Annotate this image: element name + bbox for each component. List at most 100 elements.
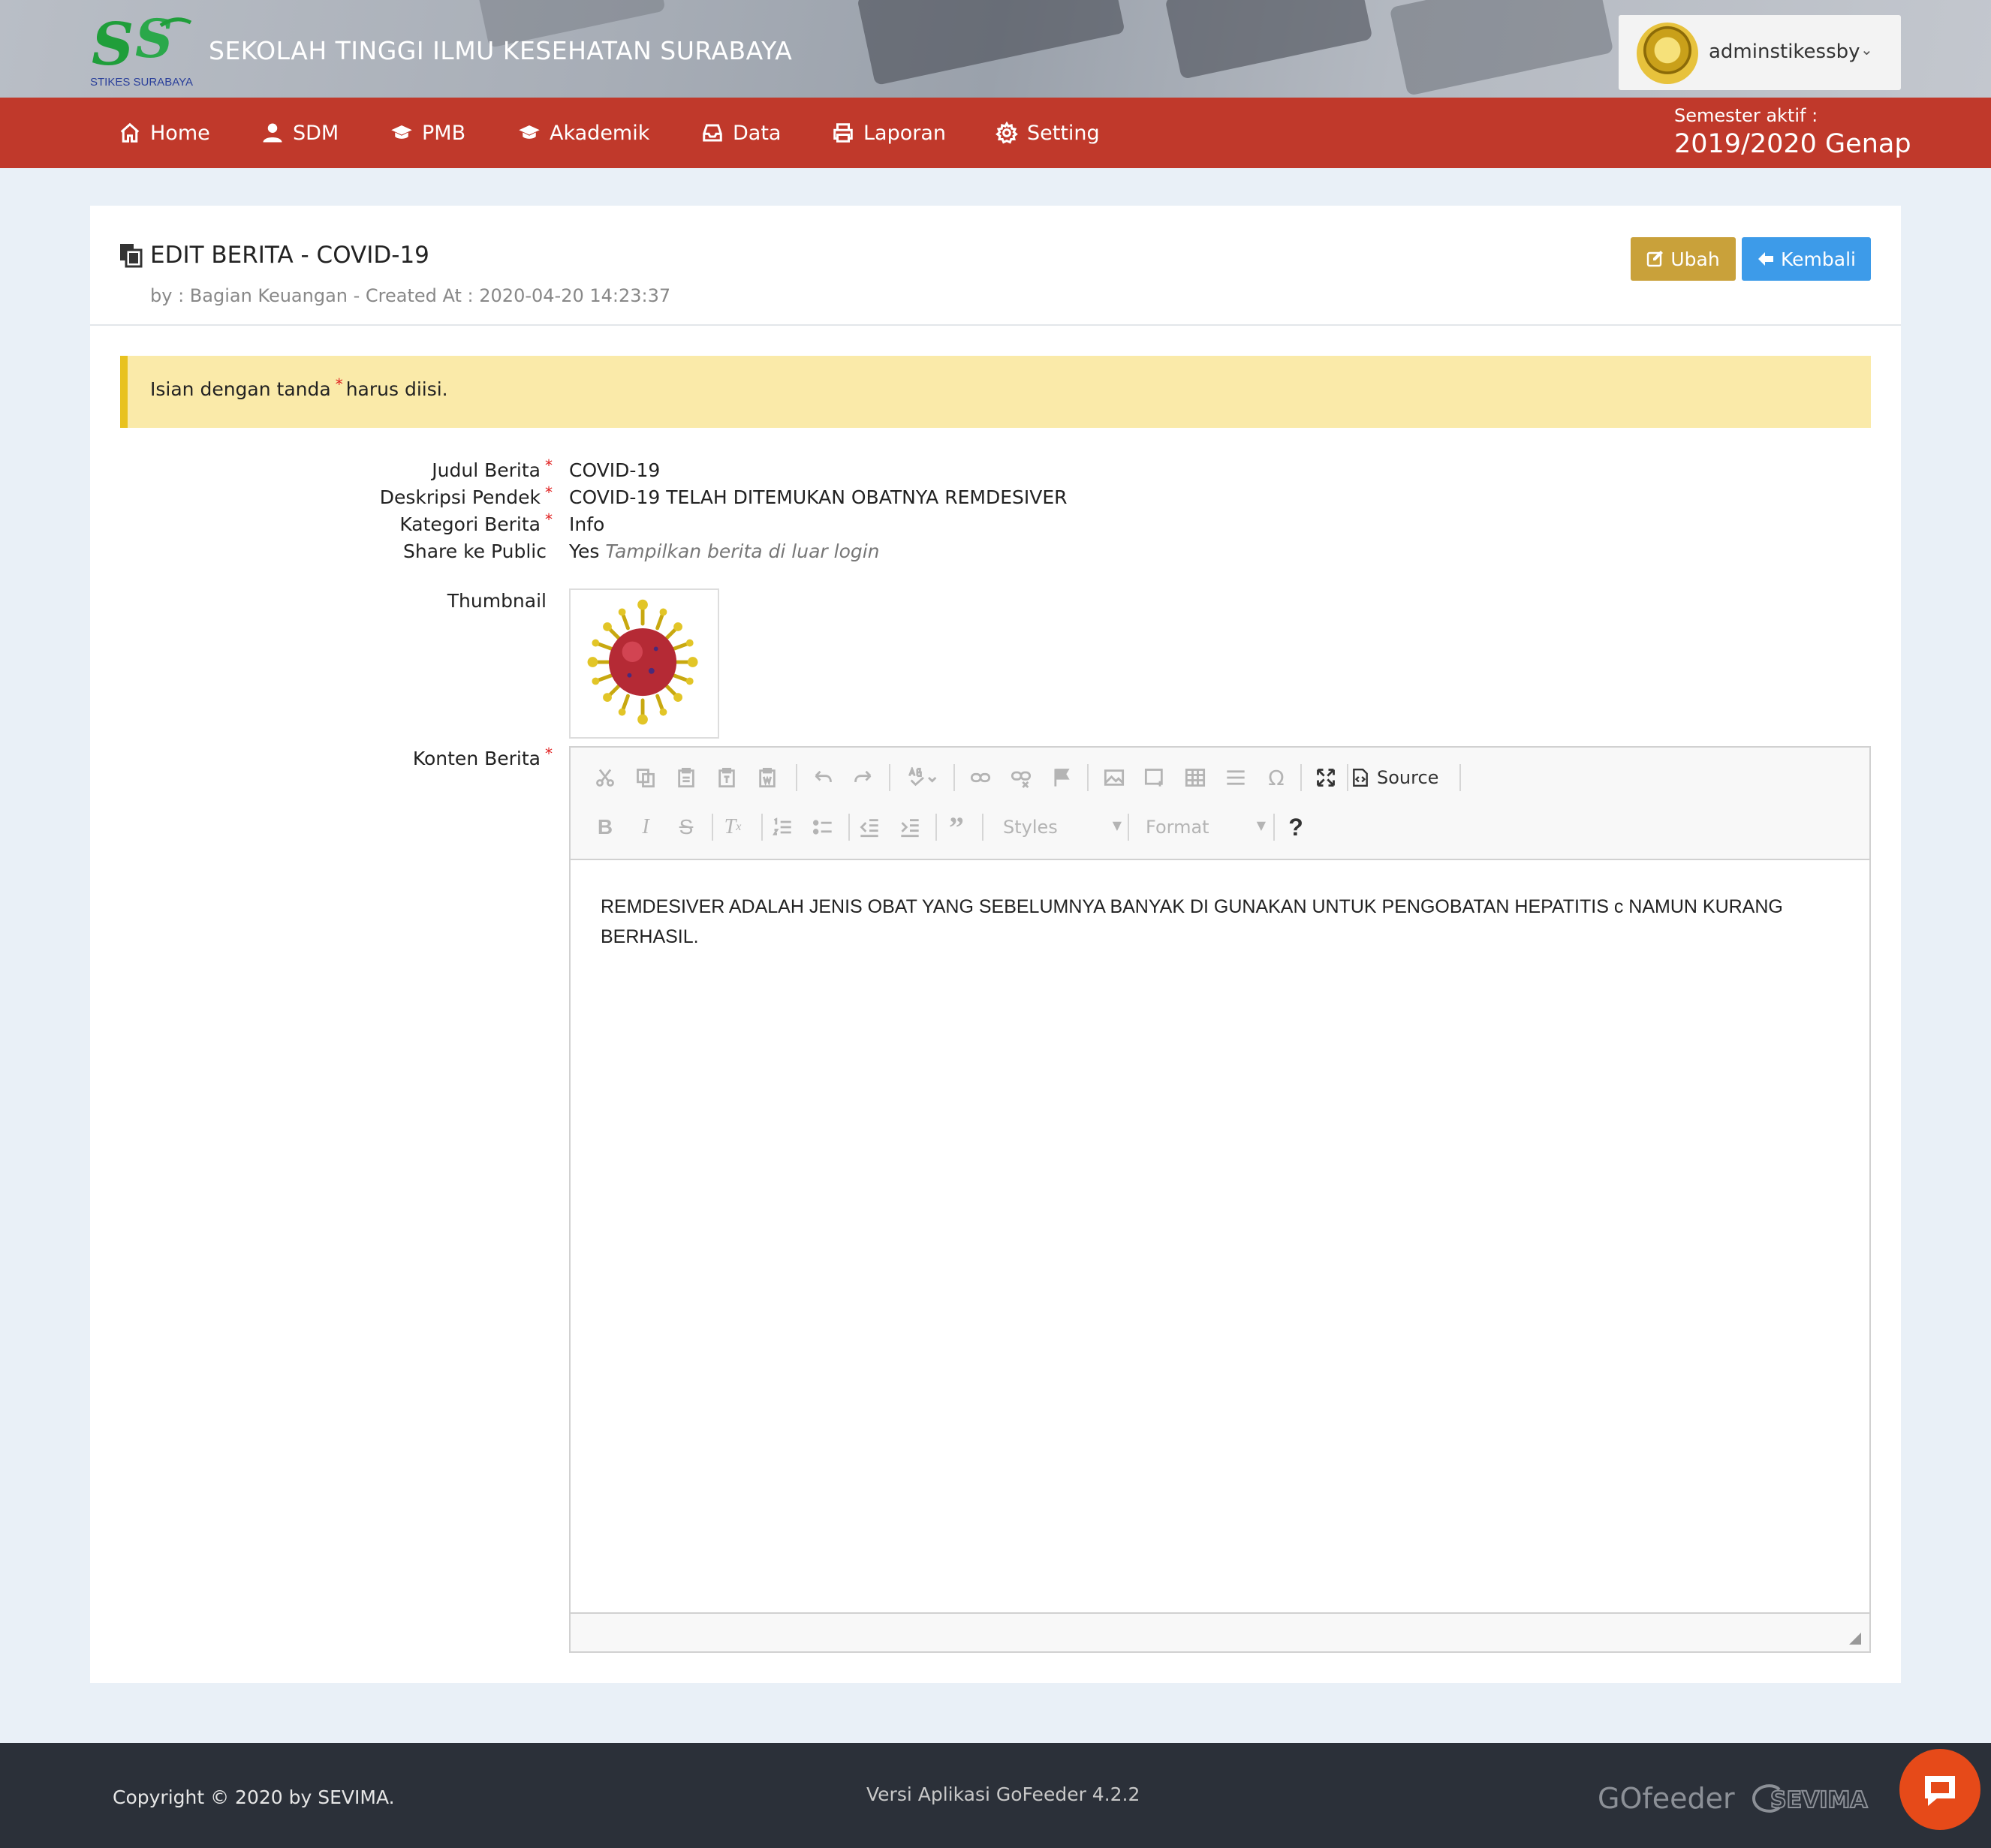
svg-text:STIKES SURABAYA: STIKES SURABAYA [90,76,193,89]
required-marker: * [335,375,343,393]
username: adminstikessby [1709,41,1860,63]
toolbar-separator [982,814,983,841]
chat-button[interactable] [1899,1749,1980,1830]
page-subtitle: by : Bagian Keuangan - Created At : 2020… [150,285,671,306]
deskripsi-value: COVID-19 TELAH DITEMUKAN OBATNYA REMDESI… [569,486,1068,508]
edit-icon [1647,251,1664,267]
styles-dropdown[interactable]: Styles ▼ [992,812,1122,842]
gofeeder-logo: GOfeeder [1598,1782,1735,1815]
ubah-button[interactable]: Ubah [1631,237,1736,281]
chat-icon [1925,1776,1955,1806]
page-title: EDIT BERITA - COVID-19 [119,242,429,269]
share-label: Share ke Public [403,540,547,562]
footer: Copyright © 2020 by SEVIMA. Versi Aplika… [0,1743,1991,1848]
editor-statusbar [571,1612,1869,1651]
editor-content-text: REMDESIVER ADALAH JENIS OBAT YANG SEBELU… [601,896,1783,947]
required-fields-alert: Isian dengan tanda * harus diisi. [120,356,1871,428]
page-title-text: EDIT BERITA - COVID-19 [150,242,429,269]
unlink-icon[interactable] [1006,763,1036,793]
sevima-logo: SEVIMA [1752,1784,1869,1814]
stikes-logo[interactable]: S S STIKES SURABAYA [89,11,201,90]
toolbar-separator [889,764,890,791]
nav-setting[interactable]: Setting [996,98,1100,168]
nav-setting-label: Setting [1027,121,1100,145]
deskripsi-label: Deskripsi Pendek * [379,483,553,508]
banner-photo-shape [857,0,1125,86]
source-code-icon [1353,768,1368,787]
nav-data-label: Data [733,121,782,145]
main-navbar: Home SDM PMB Akademik Data Laporan Setti… [0,98,1991,168]
styles-label: Styles [1003,817,1058,838]
toolbar-separator [796,764,797,791]
kembali-button[interactable]: Kembali [1742,237,1871,281]
undo-icon[interactable] [808,763,838,793]
indent-icon[interactable] [895,812,925,842]
alert-text-end: harus diisi. [345,378,448,400]
resize-handle-icon[interactable] [1848,1632,1862,1645]
source-button[interactable]: Source [1351,763,1438,793]
paste-word-icon[interactable] [752,763,782,793]
toolbar-separator [1347,764,1348,791]
format-dropdown[interactable]: Format ▼ [1135,812,1266,842]
horizontal-rule-icon[interactable] [1221,763,1251,793]
nav-sdm[interactable]: SDM [261,98,339,168]
cut-icon[interactable] [590,763,620,793]
bullet-list-icon[interactable] [808,812,838,842]
user-menu[interactable]: adminstikessby ⌄ [1619,15,1901,90]
format-label: Format [1146,817,1209,838]
nav-data[interactable]: Data [701,98,781,168]
anchor-flag-icon[interactable] [1047,763,1077,793]
image-icon[interactable] [1099,763,1129,793]
editor-content[interactable]: REMDESIVER ADALAH JENIS OBAT YANG SEBELU… [571,862,1869,1612]
special-char-icon[interactable]: Ω [1261,763,1291,793]
iframe-icon[interactable] [1140,763,1170,793]
edit-berita-card: EDIT BERITA - COVID-19 by : Bagian Keuan… [90,206,1901,1683]
kategori-label: Kategori Berita * [399,510,553,535]
nav-pmb[interactable]: PMB [390,98,465,168]
semester-value: 2019/2020 Genap [1674,129,1911,159]
bold-icon[interactable]: B [590,812,620,842]
redo-icon[interactable] [848,763,878,793]
nav-home[interactable]: Home [119,98,210,168]
strikethrough-icon[interactable]: S [671,812,701,842]
judul-value: COVID-19 [569,459,661,481]
virus-image [587,599,698,725]
maximize-icon[interactable] [1311,763,1341,793]
table-icon[interactable] [1180,763,1210,793]
user-icon [263,123,282,143]
svg-text:S: S [135,11,173,70]
editor-toolbar: Ω Source B I S Tx ” Styles ▼ Format ▼ ? [571,748,1869,860]
remove-format-icon[interactable]: Tx [718,812,748,842]
nav-akademik[interactable]: Akademik [518,98,649,168]
paste-text-icon[interactable] [712,763,742,793]
toolbar-separator [712,814,713,841]
graduation-cap-icon [519,125,540,139]
blockquote-icon[interactable]: ” [941,811,971,844]
copy-icon[interactable] [631,763,661,793]
svg-text:S: S [92,11,134,79]
app-version: Versi Aplikasi GoFeeder 4.2.2 [866,1783,1140,1805]
active-semester: Semester aktif : 2019/2020 Genap [1674,105,1911,159]
printer-icon [833,123,853,143]
banner-photo-shape [1389,0,1614,96]
toolbar-separator [848,814,850,841]
paste-icon[interactable] [671,763,701,793]
copyright-text: Copyright © 2020 by SEVIMA. [113,1786,395,1808]
italic-icon[interactable]: I [631,812,661,842]
nav-laporan[interactable]: Laporan [832,98,946,168]
link-icon[interactable] [965,763,996,793]
nav-akademik-label: Akademik [550,121,650,145]
svg-text:SEVIMA: SEVIMA [1770,1787,1868,1813]
outdent-icon[interactable] [854,812,884,842]
numbered-list-icon[interactable] [767,812,797,842]
inbox-icon [703,124,722,142]
help-icon[interactable]: ? [1281,812,1311,842]
spellcheck-icon[interactable] [901,763,946,793]
konten-label: Konten Berita * [412,745,553,769]
thumbnail-image[interactable] [569,588,719,739]
copy-document-icon [120,244,143,268]
toolbar-separator [1459,764,1461,791]
nav-sdm-label: SDM [293,121,339,145]
chevron-down-icon: ⌄ [1860,41,1873,59]
chevron-down-icon: ▼ [1256,818,1266,832]
